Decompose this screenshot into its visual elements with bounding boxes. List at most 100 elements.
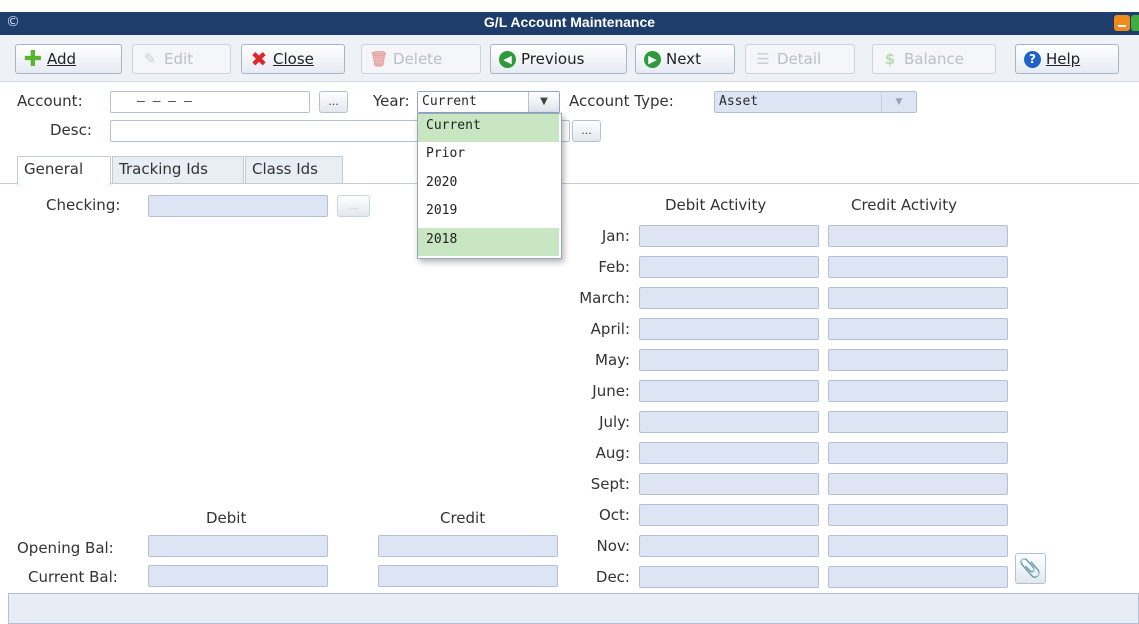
detail-label: Detail bbox=[777, 50, 822, 68]
month-label: Sept: bbox=[590, 475, 630, 493]
year-option-prior[interactable]: Prior bbox=[418, 142, 559, 170]
close-label: Close bbox=[273, 50, 314, 68]
month-label: Dec: bbox=[595, 568, 630, 586]
month-label: Feb: bbox=[598, 258, 630, 276]
tab-tracking-ids[interactable]: Tracking Ids bbox=[112, 156, 244, 183]
add-icon: ✚ bbox=[23, 46, 43, 72]
debit-activity-field bbox=[639, 411, 819, 433]
credit-activity-field bbox=[828, 225, 1008, 247]
current-bal-credit-field bbox=[378, 565, 558, 587]
balance-button[interactable]: $ Balance bbox=[872, 44, 996, 74]
debit-activity-field bbox=[639, 504, 819, 526]
month-label: Aug: bbox=[595, 444, 630, 462]
balance-label: Balance bbox=[904, 50, 964, 68]
month-label: March: bbox=[579, 289, 630, 307]
detail-icon: ☰ bbox=[756, 50, 770, 68]
credit-activity-field bbox=[828, 256, 1008, 278]
year-value: Current bbox=[422, 94, 477, 109]
help-icon: ? bbox=[1024, 50, 1041, 68]
month-label: Nov: bbox=[596, 537, 630, 555]
tab-strip-line bbox=[0, 183, 1139, 184]
month-label: Oct: bbox=[599, 506, 630, 524]
desc-label: Desc: bbox=[50, 121, 92, 139]
previous-icon: ◀ bbox=[499, 50, 516, 68]
balance-icon: $ bbox=[884, 50, 896, 68]
next-label: Next bbox=[666, 50, 701, 68]
opening-bal-label: Opening Bal: bbox=[17, 539, 114, 557]
year-option-2020[interactable]: 2020 bbox=[418, 171, 559, 199]
edit-icon: ✎ bbox=[143, 50, 157, 68]
credit-activity-field bbox=[828, 473, 1008, 495]
year-dropdown-list: Current Prior 2020 2019 2018 bbox=[417, 113, 562, 259]
year-label: Year: bbox=[373, 92, 410, 110]
previous-label: Previous bbox=[521, 50, 585, 68]
month-label: June: bbox=[592, 382, 630, 400]
window-title: G/L Account Maintenance bbox=[483, 14, 656, 30]
debit-activity-field bbox=[639, 225, 819, 247]
desc-lookup-button[interactable]: ... bbox=[572, 120, 601, 142]
credit-activity-field bbox=[828, 287, 1008, 309]
close-button[interactable]: ✖ Close bbox=[241, 44, 345, 74]
debit-activity-field bbox=[639, 442, 819, 464]
account-type-label: Account Type: bbox=[569, 92, 674, 110]
debit-activity-field bbox=[639, 566, 819, 588]
status-area bbox=[8, 593, 1139, 624]
tab-class-ids[interactable]: Class Ids bbox=[245, 156, 343, 183]
opening-bal-credit-field bbox=[378, 535, 558, 557]
chevron-down-icon[interactable]: ▼ bbox=[528, 92, 559, 112]
month-label: April: bbox=[590, 320, 630, 338]
account-type-value: Asset bbox=[719, 94, 759, 109]
month-label: May: bbox=[595, 351, 630, 369]
credit-activity-field bbox=[828, 442, 1008, 464]
help-button[interactable]: ? Help bbox=[1015, 44, 1119, 74]
year-option-current[interactable]: Current bbox=[418, 114, 559, 142]
debit-activity-header: Debit Activity bbox=[665, 196, 767, 214]
debit-activity-field bbox=[639, 473, 819, 495]
account-label: Account: bbox=[17, 92, 83, 110]
delete-button[interactable]: 🗑 Delete bbox=[361, 44, 481, 74]
credit-activity-header: Credit Activity bbox=[851, 196, 957, 214]
month-label: July: bbox=[599, 413, 630, 431]
debit-activity-field bbox=[639, 349, 819, 371]
year-option-2019[interactable]: 2019 bbox=[418, 199, 559, 227]
delete-icon: 🗑 bbox=[369, 50, 389, 68]
current-bal-debit-field bbox=[148, 565, 328, 587]
credit-activity-field bbox=[828, 535, 1008, 557]
help-label: Help bbox=[1046, 50, 1081, 68]
checking-label: Checking: bbox=[46, 196, 121, 214]
detail-button[interactable]: ☰ Detail bbox=[745, 44, 855, 74]
maximize-button[interactable] bbox=[1131, 15, 1139, 31]
edit-button[interactable]: ✎ Edit bbox=[132, 44, 231, 74]
checking-lookup-button[interactable]: ... bbox=[337, 195, 370, 217]
add-button[interactable]: ✚ Add bbox=[15, 44, 122, 74]
account-lookup-button[interactable]: ... bbox=[319, 91, 348, 113]
credit-activity-field bbox=[828, 349, 1008, 371]
debit-activity-field bbox=[639, 318, 819, 340]
credit-header: Credit bbox=[440, 509, 486, 527]
add-label: Add bbox=[47, 50, 77, 68]
next-button[interactable]: ▶ Next bbox=[635, 44, 735, 74]
next-icon: ▶ bbox=[644, 50, 661, 68]
year-select[interactable]: Current ▼ bbox=[417, 91, 560, 113]
debit-header: Debit bbox=[206, 509, 247, 527]
month-label: Jan: bbox=[601, 227, 630, 245]
paperclip-icon: 📎 bbox=[1019, 558, 1042, 579]
checking-field bbox=[148, 195, 328, 217]
title-bar: © G/L Account Maintenance bbox=[0, 12, 1139, 35]
debit-activity-field bbox=[639, 287, 819, 309]
debit-activity-field bbox=[639, 535, 819, 557]
credit-activity-field bbox=[828, 318, 1008, 340]
minimize-button[interactable] bbox=[1114, 15, 1130, 31]
account-type-select[interactable]: Asset ▼ bbox=[714, 91, 917, 113]
year-option-2018[interactable]: 2018 bbox=[418, 228, 559, 256]
credit-activity-field bbox=[828, 380, 1008, 402]
opening-bal-debit-field bbox=[148, 535, 328, 557]
toolbar: ✚ Add ✎ Edit ✖ Close 🗑 Delete ◀ Previous… bbox=[0, 35, 1139, 82]
account-input[interactable]: – – – – bbox=[110, 91, 310, 113]
previous-button[interactable]: ◀ Previous bbox=[490, 44, 627, 74]
credit-activity-field bbox=[828, 504, 1008, 526]
attachment-button[interactable]: 📎 bbox=[1015, 553, 1046, 584]
edit-label: Edit bbox=[164, 50, 194, 68]
tab-general[interactable]: General bbox=[17, 156, 111, 185]
account-type-chevron-icon: ▼ bbox=[881, 92, 916, 112]
